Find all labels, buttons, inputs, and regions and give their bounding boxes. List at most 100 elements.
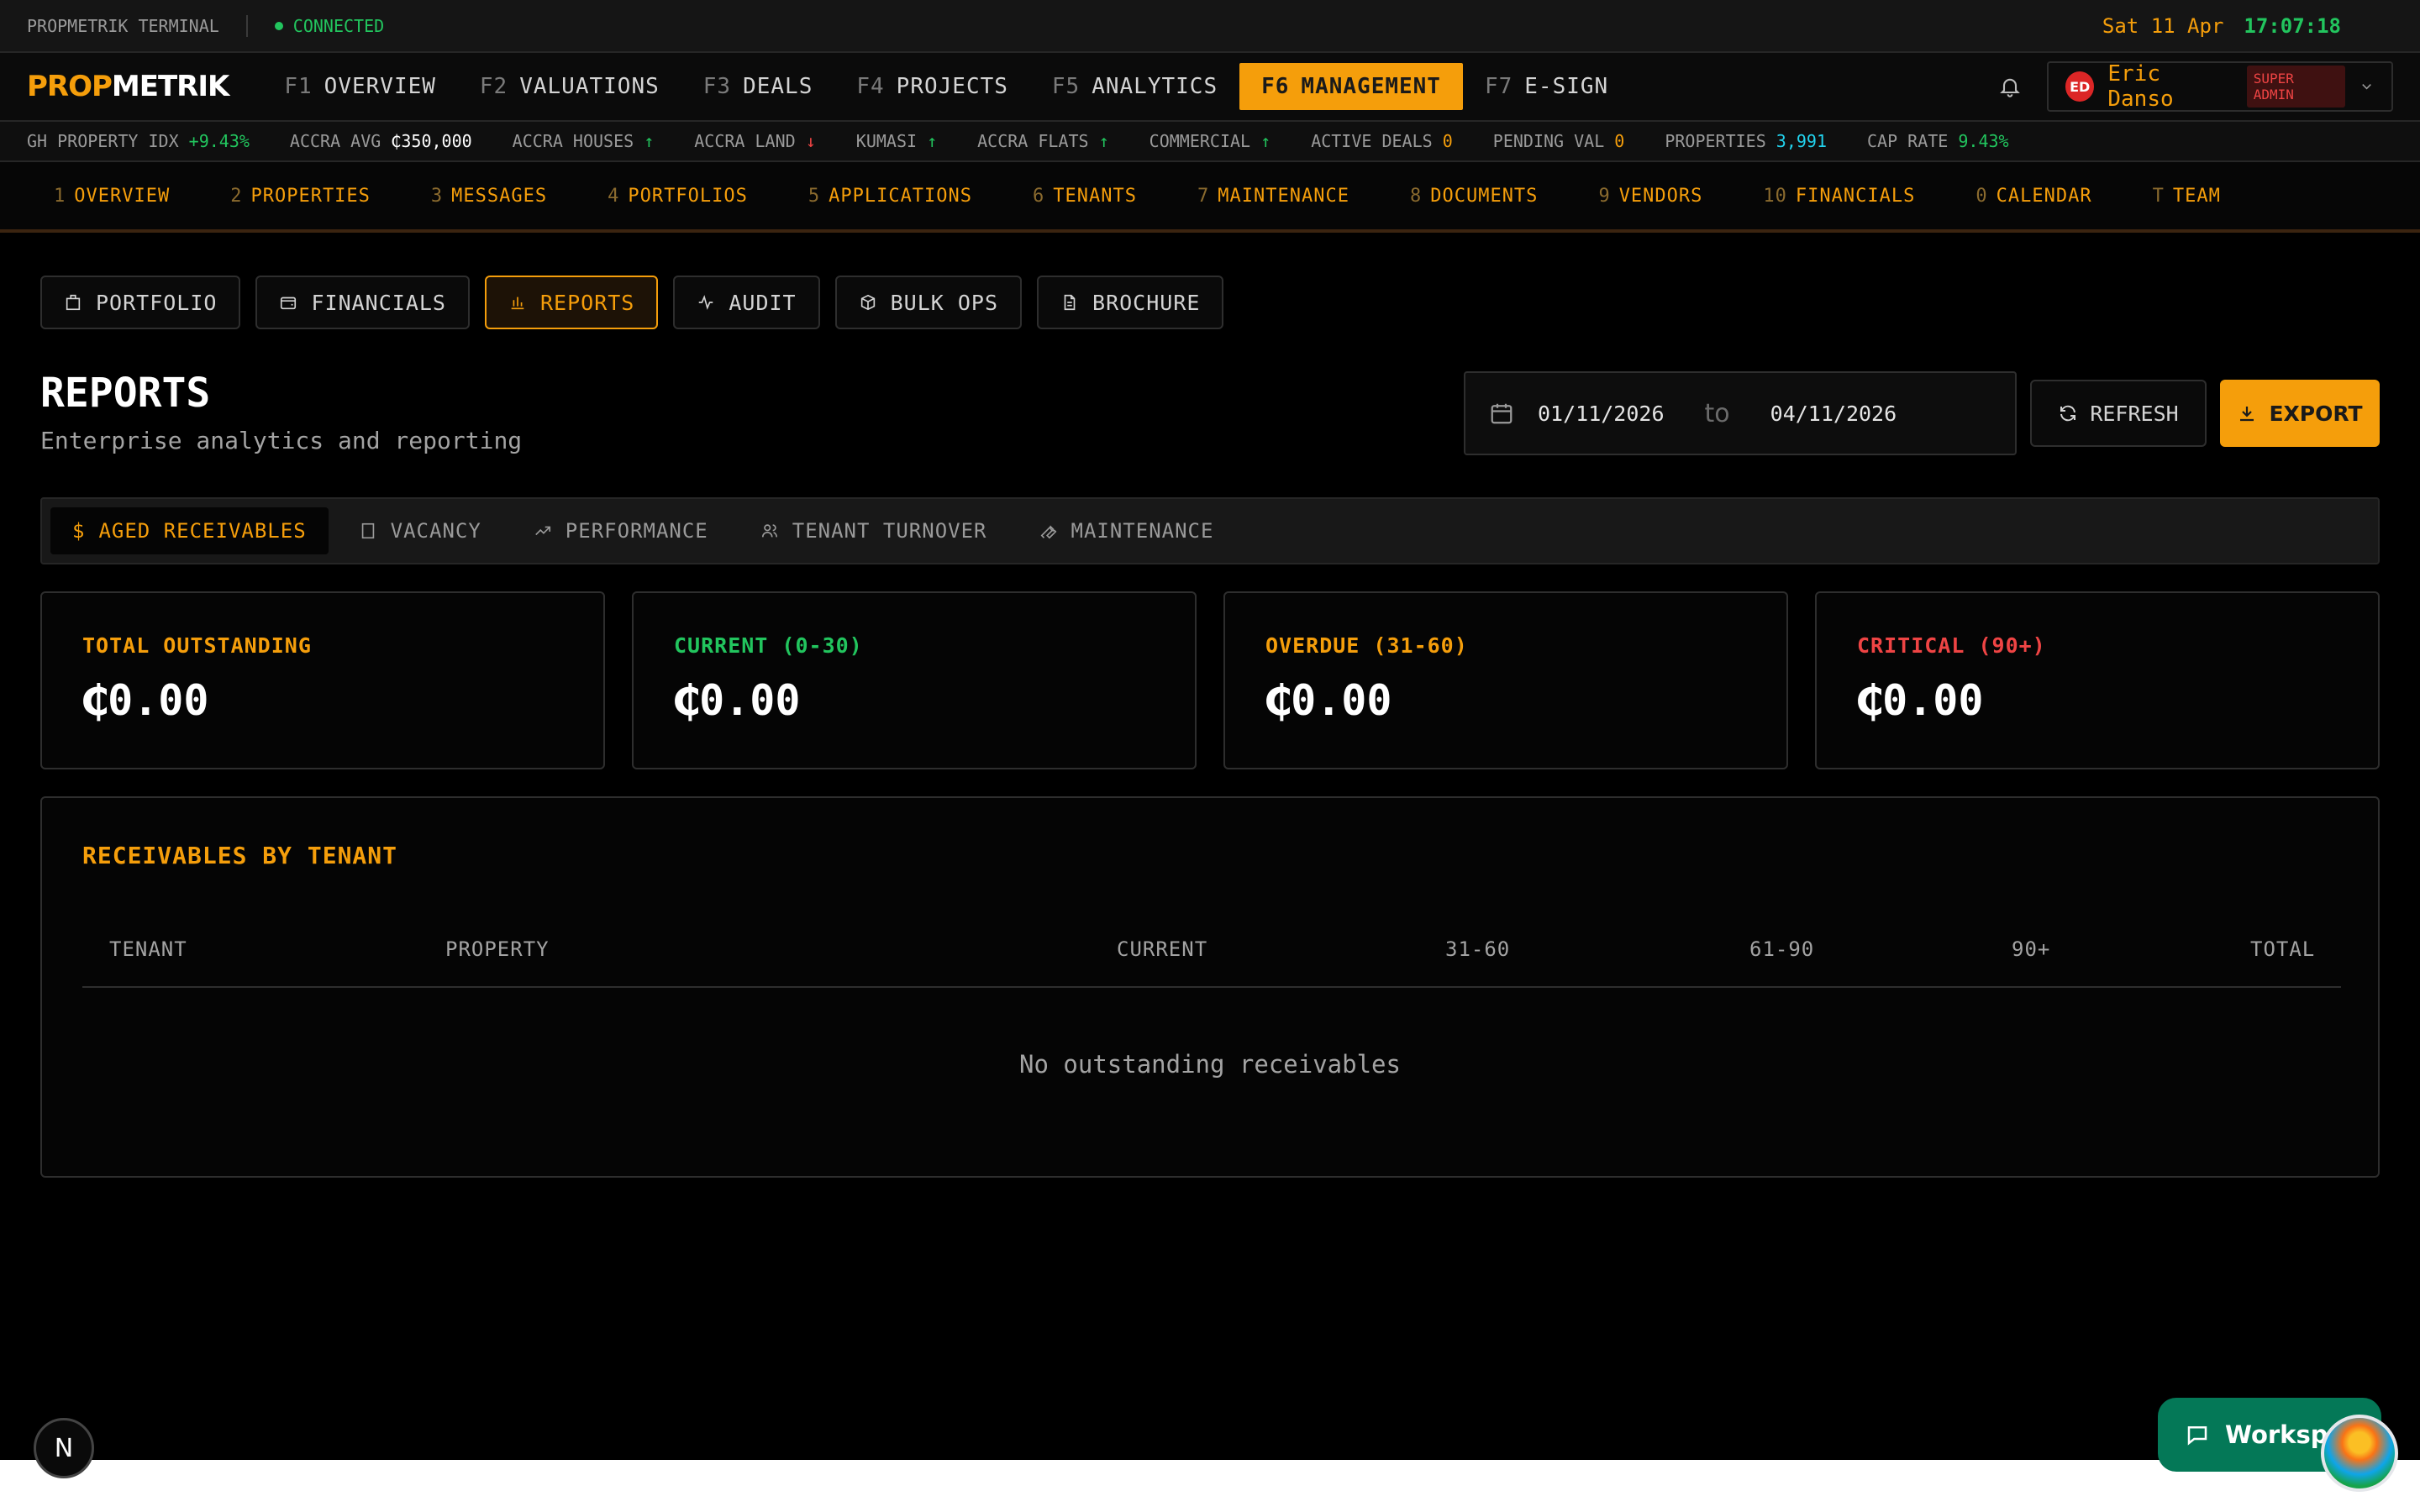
user-name: Eric Danso: [2107, 61, 2174, 112]
date-range-picker: 01/11/2026 to 04/11/2026: [1464, 371, 2017, 455]
col-61-90[interactable]: 61-90: [1749, 937, 1814, 961]
card-label: OVERDUE (31-60): [1265, 633, 1468, 658]
logo[interactable]: PROPMETRIK: [27, 70, 229, 103]
ticker-value: 0: [1442, 131, 1453, 151]
report-tab-label: MAINTENANCE: [1071, 519, 1214, 543]
nav-label: DEALS: [743, 74, 813, 99]
col-90-plus[interactable]: 90+: [2012, 937, 2050, 961]
subnav-applications[interactable]: 5 APPLICATIONS: [808, 186, 972, 207]
card-current: CURRENT (0-30) ₵0.00: [632, 591, 1197, 769]
ticker-label: ACCRA LAND: [694, 131, 796, 151]
section-tabs: PORTFOLIO FINANCIALS REPORTS AUDIT BULK …: [40, 276, 1224, 329]
subnav-messages[interactable]: 3 MESSAGES: [431, 186, 547, 207]
report-tab-vacancy[interactable]: VACANCY: [337, 507, 503, 554]
subnav-key: 8: [1409, 185, 1423, 207]
nav-key: F7: [1484, 74, 1513, 99]
divider: [245, 14, 248, 37]
subnav-calendar[interactable]: 0 CALENDAR: [1975, 186, 2091, 207]
col-total[interactable]: TOTAL: [2250, 937, 2315, 961]
date-to-label: to: [1704, 398, 1730, 428]
card-value: ₵0.00: [1265, 676, 1392, 725]
nav-key: F5: [1051, 74, 1081, 99]
subnav-vendors[interactable]: 9 VENDORS: [1598, 186, 1702, 207]
wallet-icon: [281, 297, 297, 310]
date-to-input[interactable]: 04/11/2026: [1770, 402, 1897, 426]
page-subtitle: Enterprise analytics and reporting: [40, 427, 523, 454]
export-button[interactable]: EXPORT: [2220, 380, 2380, 447]
card-label: CURRENT (0-30): [674, 633, 863, 658]
ticker-label: PROPERTIES: [1665, 131, 1766, 151]
report-tab-tenant-turnover[interactable]: TENANT TURNOVER: [739, 507, 1009, 554]
export-label: EXPORT: [2269, 401, 2363, 426]
nav-management[interactable]: F6 MANAGEMENT: [1239, 63, 1463, 110]
ticker-item: COMMERCIAL ↑: [1150, 131, 1271, 151]
calendar-icon[interactable]: [1489, 401, 1514, 426]
nav-projects[interactable]: F4 PROJECTS: [834, 63, 1030, 110]
subnav-key: 1: [54, 185, 66, 207]
dev-tools-button[interactable]: N: [34, 1418, 94, 1478]
tab-brochure[interactable]: BROCHURE: [1037, 276, 1224, 329]
tab-reports[interactable]: REPORTS: [484, 276, 659, 329]
report-tab-performance[interactable]: PERFORMANCE: [512, 507, 730, 554]
col-property[interactable]: PROPERTY: [445, 937, 550, 961]
ticker-item: PROPERTIES 3,991: [1665, 131, 1827, 151]
subnav-overview[interactable]: 1 OVERVIEW: [54, 186, 170, 207]
logo-prop: PROP: [27, 70, 113, 103]
user-menu[interactable]: ED Eric Danso SUPER ADMIN: [2047, 61, 2393, 112]
subnav-financials[interactable]: 10 FINANCIALS: [1763, 186, 1915, 207]
connection-status: CONNECTED: [274, 15, 385, 36]
nav-deals[interactable]: F3 DEALS: [681, 63, 835, 110]
ticker-value: ↑: [1260, 131, 1271, 151]
assistant-avatar[interactable]: [2321, 1415, 2398, 1492]
report-tab-aged-receivables[interactable]: $ AGED RECEIVABLES: [50, 507, 329, 554]
subnav-maintenance[interactable]: 7 MAINTENANCE: [1197, 186, 1349, 207]
tab-financials[interactable]: FINANCIALS: [255, 276, 470, 329]
subnav-key: 9: [1598, 185, 1611, 207]
ticker-item: ACCRA AVG ₵350,000: [290, 131, 472, 151]
nav-analytics[interactable]: F5 ANALYTICS: [1030, 63, 1239, 110]
ticker-value: 0: [1614, 131, 1625, 151]
nav-overview[interactable]: F1 OVERVIEW: [262, 63, 458, 110]
nav-key: F2: [479, 74, 508, 99]
activity-icon: [699, 295, 713, 310]
subnav-tenants[interactable]: 6 TENANTS: [1033, 186, 1137, 207]
tab-portfolio[interactable]: PORTFOLIO: [40, 276, 241, 329]
nav-label: MANAGEMENT: [1301, 74, 1441, 99]
ticker-value: ↑: [927, 131, 938, 151]
subnav-label: MAINTENANCE: [1218, 185, 1349, 207]
col-tenant[interactable]: TENANT: [109, 937, 187, 961]
card-label: TOTAL OUTSTANDING: [82, 633, 312, 658]
report-tab-label: AGED RECEIVABLES: [98, 519, 307, 543]
report-tab-label: VACANCY: [390, 519, 481, 543]
tab-bulk-ops[interactable]: BULK OPS: [834, 276, 1023, 329]
report-tab-maintenance[interactable]: MAINTENANCE: [1018, 507, 1236, 554]
subnav-key: 5: [808, 185, 821, 207]
tab-label: BROCHURE: [1092, 290, 1201, 315]
subnav-properties[interactable]: 2 PROPERTIES: [230, 186, 371, 207]
nav-label: PROJECTS: [896, 74, 1008, 99]
current-time: 17:07:18: [2244, 13, 2341, 38]
subnav-documents[interactable]: 8 DOCUMENTS: [1410, 186, 1538, 207]
subnav-label: APPLICATIONS: [829, 185, 973, 207]
nav-key: F6: [1261, 74, 1290, 99]
nav-label: VALUATIONS: [519, 74, 660, 99]
tab-audit[interactable]: AUDIT: [673, 276, 820, 329]
avatar: ED: [2065, 71, 2095, 102]
card-total-outstanding: TOTAL OUTSTANDING ₵0.00: [40, 591, 605, 769]
col-31-60[interactable]: 31-60: [1445, 937, 1510, 961]
panel-title: RECEIVABLES BY TENANT: [82, 842, 398, 869]
subnav-portfolios[interactable]: 4 PORTFOLIOS: [608, 186, 748, 207]
card-value: ₵0.00: [82, 676, 209, 725]
nav-valuations[interactable]: F2 VALUATIONS: [458, 63, 681, 110]
col-current[interactable]: CURRENT: [1117, 937, 1207, 961]
refresh-button[interactable]: REFRESH: [2030, 380, 2207, 447]
main-nav: PROPMETRIK F1 OVERVIEW F2 VALUATIONS F3 DEA…: [0, 53, 2420, 122]
bell-icon[interactable]: [1998, 75, 2022, 98]
subnav-key: 3: [430, 185, 444, 207]
download-icon: [2240, 407, 2254, 422]
subnav-team[interactable]: T TEAM: [2153, 186, 2221, 207]
date-from-input[interactable]: 01/11/2026: [1538, 402, 1665, 426]
nav-esign[interactable]: F7 E-SIGN: [1463, 63, 1630, 110]
ticker-value: ↑: [644, 131, 655, 151]
connection-label: CONNECTED: [292, 15, 385, 36]
